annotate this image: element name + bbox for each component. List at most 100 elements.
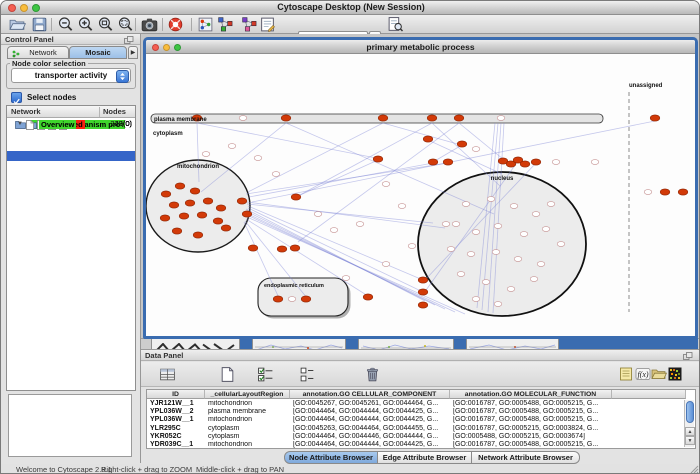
notepad-icon[interactable] xyxy=(618,366,634,382)
scroll-up-button[interactable]: ▲ xyxy=(685,427,695,436)
vizmapper-2-icon[interactable] xyxy=(241,16,258,33)
table-cell[interactable]: mitochondrion xyxy=(205,441,290,449)
delete-attribute-icon[interactable] xyxy=(364,366,381,383)
table-cell[interactable]: [GO:0044464, GO:0044444, GO:0044425, G..… xyxy=(290,416,450,424)
tree-row[interactable]: ▼primary metabo209(... xyxy=(7,151,135,162)
tree-row[interactable]: nucleobase-209(0) xyxy=(7,161,135,172)
tree-row[interactable]: ▼transport558(0) xyxy=(7,246,135,257)
vizmapper-1-icon[interactable] xyxy=(217,16,234,33)
table-cell[interactable]: [GO:0044464, GO:0044444, GO:0044425, G..… xyxy=(290,408,450,416)
table-cell[interactable]: YPL036W__2 xyxy=(147,408,205,416)
table-cell[interactable]: [GO:0044464, GO:0044444, GO:0044425, G..… xyxy=(290,441,450,449)
zoom-fit-icon[interactable] xyxy=(97,16,114,33)
table-cell[interactable]: mitochondrion xyxy=(205,400,290,408)
table-cell[interactable]: YKR052C xyxy=(147,433,205,441)
tab-edge-attribute-browser[interactable]: Edge Attribute Browser xyxy=(378,451,472,464)
tree-row[interactable]: cellular metabol209(0) xyxy=(7,204,135,215)
tree-row[interactable]: secretion41(0) xyxy=(7,257,135,268)
resize-grip-icon[interactable] xyxy=(690,465,699,474)
matrix-view-icon[interactable] xyxy=(667,366,683,382)
tree-row[interactable]: ▼metabolic process280(0) xyxy=(7,140,135,151)
zoom-in-icon[interactable] xyxy=(77,16,94,33)
toolbar-separator xyxy=(191,18,192,31)
formula-fx-icon[interactable]: f(x) xyxy=(635,366,651,382)
table-header-cell[interactable]: ID xyxy=(147,390,205,399)
tree-row[interactable]: ▼establishment of lo558(0) xyxy=(7,236,135,247)
tree-column-nodes[interactable]: Nodes xyxy=(103,107,126,116)
table-grid-icon[interactable] xyxy=(159,366,176,383)
list-options-icon[interactable] xyxy=(299,366,316,383)
help-lifesaver-icon[interactable] xyxy=(167,16,184,33)
table-cell[interactable]: [GO:0016787, GO:0005215, GO:0003824, G..… xyxy=(450,425,612,433)
table-header-cell[interactable]: annotation.GO MOLECULAR_FUNCTION xyxy=(450,390,612,399)
background-window-preview[interactable] xyxy=(358,338,454,349)
table-cell[interactable]: YPL036W__1 xyxy=(147,416,205,424)
table-cell[interactable]: [GO:0044464, GO:0044446, GO:0044444, G..… xyxy=(290,433,450,441)
tab-node-attribute-browser[interactable]: Node Attribute Browser xyxy=(284,451,378,464)
table-cell[interactable]: [GO:0045267, GO:0045261, GO:0044464, G..… xyxy=(290,400,450,408)
scrollbar-thumb[interactable] xyxy=(686,401,694,423)
table-cell[interactable]: YJR121W__1 xyxy=(147,400,205,408)
save-icon[interactable] xyxy=(31,16,48,33)
network-overview-icon[interactable] xyxy=(197,16,214,33)
zoom-out-icon[interactable] xyxy=(57,16,74,33)
table-cell[interactable]: mitochondrion xyxy=(205,416,290,424)
table-cell[interactable]: cytoplasm xyxy=(205,433,290,441)
background-window-preview[interactable] xyxy=(252,338,346,349)
tree-row[interactable]: cell communicat22(0) xyxy=(7,214,135,225)
snapshot-camera-icon[interactable] xyxy=(141,16,158,33)
open-icon[interactable] xyxy=(9,16,26,33)
network-overview-panel[interactable] xyxy=(8,394,132,457)
tree-row[interactable]: multi-organism pro42(0) xyxy=(7,267,135,278)
tree-row[interactable]: macromolecule311(0) xyxy=(7,183,135,194)
table-header-cell[interactable]: _cellularLayoutRegion xyxy=(205,390,290,399)
tab-network[interactable]: Network xyxy=(7,46,69,59)
background-window-edge[interactable] xyxy=(454,338,466,349)
document-search-icon[interactable] xyxy=(387,16,404,33)
scroll-down-button[interactable]: ▼ xyxy=(685,436,695,445)
table-cell[interactable]: YLR295C xyxy=(147,425,205,433)
tree-row[interactable]: ▼cellular process614(0) xyxy=(7,193,135,204)
table-cell[interactable]: [GO:0045263, GO:0044464, GO:0044455, G..… xyxy=(290,425,450,433)
network-graph[interactable]: plasma membranecytoplasmmitochondrionnuc… xyxy=(146,54,695,336)
network-view-window[interactable]: primary metabolic process plasma membran… xyxy=(143,37,698,339)
table-header-cell[interactable] xyxy=(612,390,686,399)
tree-row[interactable]: unassigned223(0) xyxy=(7,278,135,289)
network-window-titlebar[interactable]: primary metabolic process xyxy=(146,40,695,54)
select-nodes-checkbox[interactable] xyxy=(11,92,22,103)
zoom-selected-icon[interactable] xyxy=(117,16,134,33)
background-window-sketch[interactable] xyxy=(151,338,240,349)
tree-row[interactable]: Overview8(0) xyxy=(7,289,135,300)
network-canvas[interactable]: plasma membranecytoplasmmitochondrionnuc… xyxy=(146,54,695,336)
table-cell[interactable]: [GO:0016787, GO:0005488, GO:0005215, G..… xyxy=(450,400,612,408)
new-attribute-icon[interactable] xyxy=(219,366,236,383)
background-window-preview[interactable] xyxy=(466,338,559,349)
float-panel-icon[interactable] xyxy=(683,352,693,360)
tab-mosaic[interactable]: Mosaic xyxy=(69,46,127,59)
table-scrollbar[interactable]: ▲ ▼ xyxy=(684,400,694,447)
table-cell[interactable]: YDR039C__1 xyxy=(147,441,205,449)
table-cell[interactable]: [GO:0005488, GO:0005215, GO:0003674] xyxy=(450,433,612,441)
window-titlebar[interactable]: Cytoscape Desktop (New Session) xyxy=(1,1,700,15)
tab-overflow-button[interactable]: ▶ xyxy=(128,46,138,59)
column-divider[interactable] xyxy=(99,107,100,117)
table-cell[interactable]: plasma membrane xyxy=(205,408,290,416)
annotation-icon[interactable] xyxy=(259,16,276,33)
node-color-dropdown[interactable]: transporter activity xyxy=(11,68,131,83)
table-cell[interactable]: cytoplasm xyxy=(205,425,290,433)
background-window-edge[interactable] xyxy=(559,338,698,349)
tree-column-network[interactable]: Network xyxy=(11,107,41,116)
tree-row[interactable]: nitrogen compo209(0) xyxy=(7,172,135,183)
tab-network-attribute-browser[interactable]: Network Attribute Browser xyxy=(472,451,580,464)
table-cell[interactable]: [GO:0016787, GO:0005488, GO:0005215, G..… xyxy=(450,416,612,424)
table-cell[interactable]: [GO:0016787, GO:0005488, GO:0005215, G..… xyxy=(450,441,612,449)
tree-row[interactable]: response to stimulu264(0) xyxy=(7,225,135,236)
table-header-cell[interactable]: annotation.GO CELLULAR_COMPONENT xyxy=(290,390,450,399)
background-window-edge[interactable] xyxy=(346,338,358,349)
float-panel-icon[interactable] xyxy=(124,36,134,44)
select-attributes-icon[interactable] xyxy=(257,366,274,383)
table-cell[interactable]: [GO:0016787, GO:0005488, GO:0005215, G..… xyxy=(450,408,612,416)
background-window-edge[interactable] xyxy=(240,338,252,349)
data-panel-toolbar: f(x) xyxy=(141,362,700,387)
import-folder-icon[interactable] xyxy=(651,366,667,382)
